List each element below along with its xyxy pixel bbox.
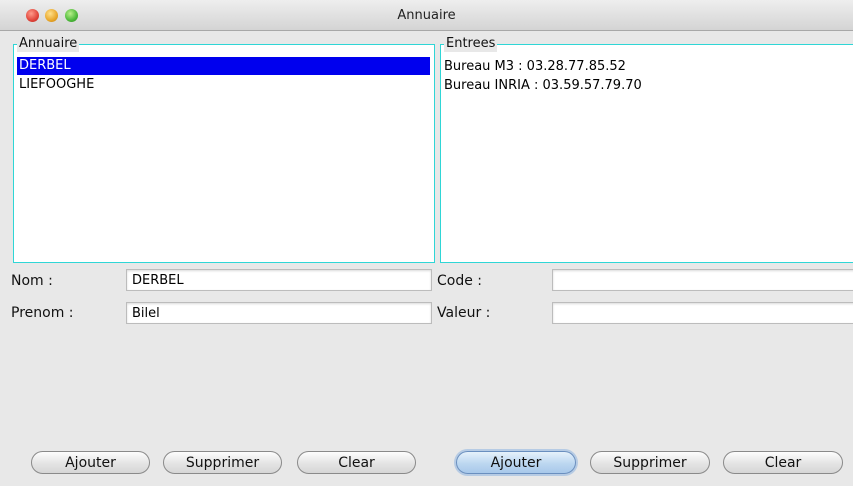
prenom-field[interactable]: Bilel — [126, 302, 432, 324]
entrees-legend: Entrees — [444, 36, 498, 52]
nom-field[interactable]: DERBEL — [126, 269, 432, 291]
entry-item-bureau-m3[interactable]: Bureau M3 : 03.28.77.85.52 — [444, 58, 626, 76]
prenom-label: Prenom : — [11, 305, 74, 321]
valeur-label: Valeur : — [437, 305, 491, 321]
entrees-group: Entrees Bureau M3 : 03.28.77.85.52 Burea… — [440, 36, 853, 263]
code-label: Code : — [437, 273, 483, 289]
annuaire-legend: Annuaire — [17, 36, 80, 52]
add-annuaire-button[interactable]: Ajouter — [31, 451, 150, 474]
remove-entry-button[interactable]: Supprimer — [590, 451, 710, 474]
annuaire-group: Annuaire DERBEL LIEFOOGHE — [13, 36, 435, 263]
clear-annuaire-button[interactable]: Clear — [297, 451, 416, 474]
nom-label: Nom : — [11, 273, 53, 289]
list-item-derbel[interactable]: DERBEL — [17, 57, 430, 75]
clear-entry-button[interactable]: Clear — [723, 451, 843, 474]
window-title: Annuaire — [397, 8, 456, 23]
list-item-liefooghe[interactable]: LIEFOOGHE — [17, 76, 430, 94]
valeur-field[interactable] — [552, 302, 853, 324]
annuaire-window: Annuaire Annuaire DERBEL LIEFOOGHE Entre… — [0, 0, 853, 486]
add-entry-button[interactable]: Ajouter — [456, 451, 576, 474]
remove-annuaire-button[interactable]: Supprimer — [163, 451, 282, 474]
code-field[interactable] — [552, 269, 853, 291]
title-bar[interactable]: Annuaire — [0, 0, 853, 31]
entry-item-bureau-inria[interactable]: Bureau INRIA : 03.59.57.79.70 — [444, 77, 642, 95]
